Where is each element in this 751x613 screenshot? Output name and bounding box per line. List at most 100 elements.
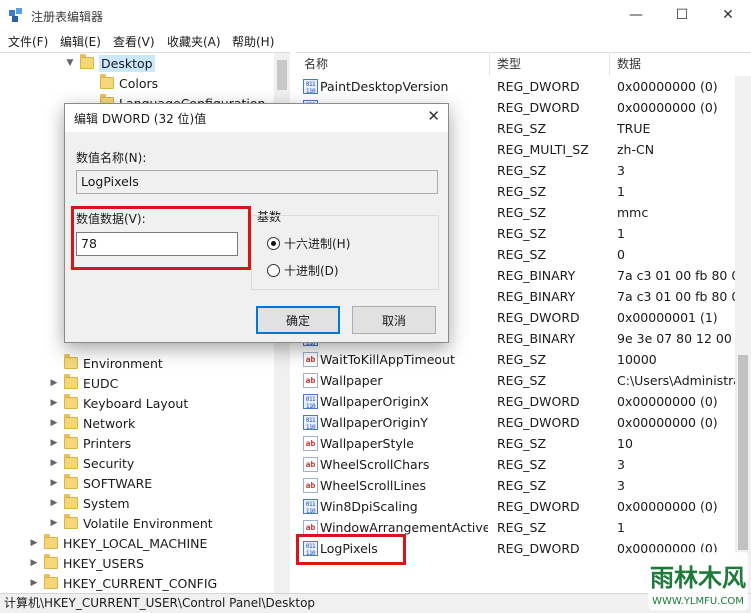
value-name: Wallpaper [320, 373, 383, 388]
chevron-right-icon[interactable]: ▶ [48, 518, 60, 528]
tree-item-network[interactable]: ▶ Network [48, 413, 135, 433]
tree-item-desktop[interactable]: ▼ Desktop [64, 53, 155, 73]
tree-item-system[interactable]: ▶ System [48, 493, 130, 513]
folder-icon [64, 394, 78, 409]
folder-icon [64, 494, 78, 509]
dialog-close-button[interactable]: ✕ [427, 107, 440, 125]
menu-edit[interactable]: 编辑(E) [60, 33, 101, 50]
tree-item-keyboard-layout[interactable]: ▶ Keyboard Layout [48, 393, 188, 413]
value-data: 10000 [617, 352, 657, 367]
folder-icon [64, 414, 78, 429]
watermark-logo-text: 雨林木风 [650, 564, 746, 592]
value-type: REG_BINARY [497, 289, 576, 304]
minimize-button[interactable]: — [613, 0, 659, 30]
chevron-right-icon[interactable]: ▶ [48, 498, 60, 508]
value-type: REG_SZ [497, 247, 547, 262]
tree-item-hkey-local-machine[interactable]: ▶ HKEY_LOCAL_MACHINE [28, 533, 207, 553]
window-title: 注册表编辑器 [31, 10, 104, 24]
value-type: REG_SZ [497, 226, 547, 241]
value-type: REG_SZ [497, 352, 547, 367]
values-scrollbar-thumb[interactable] [738, 355, 748, 550]
value-type: REG_SZ [497, 205, 547, 220]
folder-icon [64, 514, 78, 529]
value-name: WallpaperOriginX [320, 394, 429, 409]
chevron-right-icon[interactable]: ▶ [48, 398, 60, 408]
radio-hexadecimal[interactable]: 十六进制(H) [267, 235, 350, 252]
tree-scrollbar-thumb[interactable] [277, 60, 287, 90]
string-value-icon: ab [303, 457, 318, 472]
maximize-button[interactable]: ☐ [659, 0, 705, 30]
tree-item-eudc[interactable]: ▶ EUDC [48, 373, 118, 393]
tree-item-software[interactable]: ▶ SOFTWARE [48, 473, 152, 493]
value-data: zh-CN [617, 142, 655, 157]
table-row[interactable]: 011 110 Win8DpiScaling REG_DWORD 0x00000000… [300, 497, 740, 518]
folder-icon [64, 354, 78, 369]
tree-item-printers[interactable]: ▶ Printers [48, 433, 131, 453]
regedit-app-icon [8, 7, 24, 23]
value-data: 1 [617, 184, 625, 199]
chevron-right-icon[interactable]: ▶ [28, 538, 40, 548]
tree-item-security[interactable]: ▶ Security [48, 453, 134, 473]
chevron-right-icon[interactable]: ▶ [48, 478, 60, 488]
table-row[interactable]: ab WheelScrollChars REG_SZ 3 [300, 455, 740, 476]
value-data: 10 [617, 436, 633, 451]
value-data: 0x00000001 (1) [617, 310, 718, 325]
column-header-name[interactable]: 名称 [297, 52, 490, 76]
chevron-right-icon[interactable]: ▶ [28, 578, 40, 588]
value-type: REG_SZ [497, 163, 547, 178]
value-data: 9e 3e 07 80 12 00 0 [617, 331, 735, 346]
ok-button[interactable]: 确定 [256, 306, 340, 334]
chevron-right-icon[interactable]: ▶ [48, 438, 60, 448]
radio-decimal[interactable]: 十进制(D) [267, 262, 339, 279]
cancel-button[interactable]: 取消 [352, 306, 436, 334]
tree-item-volatile-environment[interactable]: ▶ Volatile Environment [48, 513, 213, 533]
radio-selected-icon [267, 237, 280, 250]
chevron-down-icon[interactable]: ▼ [64, 58, 76, 68]
value-type: REG_MULTI_SZ [497, 142, 589, 157]
close-button[interactable]: ✕ [705, 0, 751, 30]
value-data: 0x00000000 (0) [617, 394, 718, 409]
table-row[interactable]: ab WaitToKillAppTimeout REG_SZ 10000 [300, 350, 740, 371]
table-row[interactable]: 011 110 WallpaperOriginY REG_DWORD 0x000000… [300, 413, 740, 434]
status-bar: 计算机\HKEY_CURRENT_USER\Control Panel\Desk… [0, 593, 751, 613]
table-row[interactable]: 011 110 WallpaperOriginX REG_DWORD 0x000000… [300, 392, 740, 413]
folder-icon [80, 54, 94, 69]
value-name: PaintDesktopVersion [320, 79, 449, 94]
value-type: REG_SZ [497, 457, 547, 472]
chevron-right-icon[interactable]: ▶ [28, 558, 40, 568]
value-data: 7a c3 01 00 fb 80 04 [617, 268, 735, 283]
value-type: REG_SZ [497, 520, 547, 535]
column-header-type[interactable]: 类型 [490, 52, 610, 76]
table-row[interactable]: ab Wallpaper REG_SZ C:\Users\Administra [300, 371, 740, 392]
menu-view[interactable]: 查看(V) [113, 33, 155, 50]
value-data: 3 [617, 478, 625, 493]
chevron-right-icon[interactable]: ▶ [48, 458, 60, 468]
value-name: Win8DpiScaling [320, 499, 418, 514]
table-row[interactable]: ab WallpaperStyle REG_SZ 10 [300, 434, 740, 455]
value-type: REG_SZ [497, 184, 547, 199]
column-header-data[interactable]: 数据 [610, 52, 735, 76]
value-data: 0x00000000 (0) [617, 415, 718, 430]
folder-icon [64, 434, 78, 449]
folder-icon [44, 574, 58, 589]
value-name-field: LogPixels [76, 170, 438, 194]
tree-item-hkey-current-config[interactable]: ▶ HKEY_CURRENT_CONFIG [28, 573, 217, 593]
watermark-logo-url: WWW.YLMFU.COM [652, 596, 744, 607]
table-row[interactable]: 011 110 PaintDesktopVersion REG_DWORD 0x000… [300, 77, 740, 98]
tree-item-environment[interactable]: Environment [48, 353, 163, 373]
tree-item-colors[interactable]: Colors [84, 73, 158, 93]
value-data: 0x00000000 (0) [617, 79, 718, 94]
close-icon: ✕ [722, 7, 734, 23]
value-data-highlight-box [71, 206, 251, 270]
chevron-right-icon[interactable]: ▶ [48, 418, 60, 428]
value-name-label: 数值名称(N): [76, 151, 147, 165]
menu-help[interactable]: 帮助(H) [232, 33, 274, 50]
menu-favorites[interactable]: 收藏夹(A) [167, 33, 221, 50]
value-data: 1 [617, 226, 625, 241]
menu-file[interactable]: 文件(F) [8, 33, 48, 50]
chevron-right-icon[interactable]: ▶ [48, 378, 60, 388]
table-row[interactable]: ab WheelScrollLines REG_SZ 3 [300, 476, 740, 497]
string-value-icon: ab [303, 352, 318, 367]
tree-item-hkey-users[interactable]: ▶ HKEY_USERS [28, 553, 144, 573]
value-data: C:\Users\Administra [617, 373, 735, 388]
